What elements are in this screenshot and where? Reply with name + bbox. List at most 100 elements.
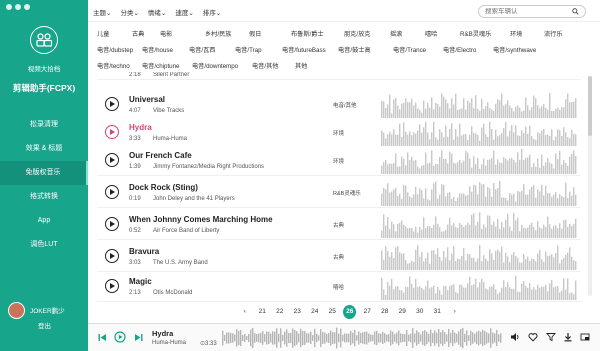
page-number[interactable]: 28 [376, 305, 394, 319]
track-row[interactable]: Universal 4:07 Vibe Tracks 电音/其他 [97, 90, 581, 120]
page-number[interactable]: 31 [429, 305, 447, 319]
genre-option[interactable]: 电音/futureBass [282, 45, 338, 54]
sidebar-item-cleanup[interactable]: 松录清理 [0, 113, 88, 137]
genre-option[interactable]: 布鲁斯/爵士 [291, 29, 344, 38]
player-waveform[interactable] [222, 327, 502, 349]
play-icon[interactable] [105, 249, 119, 263]
page-number[interactable]: 29 [394, 305, 412, 319]
genre-option[interactable]: 其他 [295, 61, 325, 70]
app-name: 剪辑助手(FCPX) [12, 83, 76, 93]
track-artist: Vibe Tracks [153, 108, 185, 114]
genre-option[interactable]: 电音/Electro [443, 45, 493, 54]
track-row[interactable]: When Johnny Comes Marching Home 0:52 Air… [97, 210, 581, 240]
sidebar-item-convert[interactable]: 格式转换 [0, 185, 88, 209]
play-icon[interactable] [105, 125, 119, 139]
genre-option[interactable]: 电音/Trap [235, 45, 282, 54]
track-row[interactable]: Hydra 3:33 Huma-Huma 环境 [97, 118, 581, 148]
track-artist: The U.S. Army Band [153, 260, 208, 266]
track-row[interactable]: Magic 2:13 Otis McDonald 嘻哈 [97, 272, 581, 302]
prev-page-button[interactable]: ‹ [236, 305, 254, 319]
genre-option[interactable]: 电音/synthwave [493, 45, 548, 54]
track-waveform[interactable] [381, 212, 577, 238]
genre-option[interactable]: 电音/dubstep [97, 45, 142, 54]
filter-speed[interactable]: 速度⌄ [175, 7, 193, 17]
favorite-icon[interactable] [528, 332, 538, 342]
page-number[interactable]: 21 [254, 305, 272, 319]
genre-option[interactable]: 电音/其他 [252, 61, 295, 70]
page-number[interactable]: 24 [306, 305, 324, 319]
close-window-button[interactable] [6, 4, 12, 10]
next-page-button[interactable]: › [446, 305, 464, 319]
sidebar-item-effects[interactable]: 效果 & 标题 [0, 137, 88, 161]
avatar[interactable] [8, 302, 25, 319]
genre-option[interactable]: 环境 [510, 29, 544, 38]
genre-option[interactable]: 流行乐 [544, 29, 574, 38]
play-pause-icon[interactable] [114, 331, 126, 343]
genre-option[interactable]: 电音/techno [97, 61, 142, 70]
genre-row: 儿童 古典 电影 乡村/民族 假日 布鲁斯/爵士 朋克/放克 摇滚 嘻哈 R&B灵魂乐 环境 流行乐 [97, 25, 597, 41]
previous-track-icon[interactable] [98, 333, 107, 342]
genre-option[interactable]: 电音/downtempo [192, 61, 252, 70]
genre-option[interactable]: 儿童 [97, 29, 132, 38]
track-duration: 2:13 [129, 290, 141, 296]
search-input[interactable] [485, 8, 565, 15]
filter-theme[interactable]: 主题⌄ [93, 7, 111, 17]
logout-link[interactable]: 登出 [38, 320, 51, 330]
play-icon[interactable] [105, 217, 119, 231]
play-icon[interactable] [105, 97, 119, 111]
download-icon[interactable] [563, 332, 573, 342]
genre-option[interactable]: 古典 [132, 29, 160, 38]
current-page[interactable]: 26 [343, 305, 357, 319]
genre-option[interactable]: 嘻哈 [425, 29, 460, 38]
play-icon[interactable] [105, 153, 119, 167]
track-waveform[interactable] [381, 244, 577, 270]
page-number[interactable]: 22 [271, 305, 289, 319]
genre-option[interactable]: 摇滚 [390, 29, 425, 38]
filter-sort[interactable]: 排序⌄ [203, 7, 221, 17]
genre-option[interactable]: 电音/瓦西 [189, 45, 235, 54]
track-waveform[interactable] [381, 148, 577, 174]
zoom-window-button[interactable] [24, 4, 30, 10]
genre-option[interactable]: 电音/chiptune [142, 61, 192, 70]
genre-option[interactable]: 电音/house [142, 45, 189, 54]
track-row[interactable]: Dock Rock (Sting) 0:19 John Deley and th… [97, 178, 581, 208]
next-track-icon[interactable] [134, 333, 143, 342]
track-waveform[interactable] [381, 180, 577, 206]
track-genre: 电音/其他 [333, 103, 357, 109]
minimize-window-button[interactable] [15, 4, 21, 10]
page-number[interactable]: 25 [324, 305, 342, 319]
track-genre: 环境 [333, 131, 345, 137]
track-row[interactable]: Bravura 3:03 The U.S. Army Band 古典 [97, 242, 581, 272]
mini-player-icon[interactable] [580, 332, 590, 342]
genre-option[interactable]: 朋克/放克 [344, 29, 390, 38]
track-waveform[interactable] [381, 92, 577, 118]
track-title: Hydra [129, 123, 152, 132]
volume-icon[interactable] [510, 332, 520, 342]
sidebar-item-music[interactable]: 免版权音乐 [0, 161, 88, 185]
genre-option[interactable]: 电影 [160, 29, 205, 38]
page-number[interactable]: 30 [411, 305, 429, 319]
page-number[interactable]: 27 [359, 305, 377, 319]
track-waveform[interactable] [381, 274, 577, 300]
track-row[interactable]: Our French Cafe 1:39 Jimmy Fontanez/Medi… [97, 146, 581, 176]
genre-option[interactable]: 电音/Trance [393, 45, 443, 54]
sidebar-item-app[interactable]: App [0, 209, 88, 233]
genre-option[interactable]: R&B灵魂乐 [460, 29, 510, 38]
track-waveform[interactable] [381, 120, 577, 146]
page-number[interactable]: 23 [289, 305, 307, 319]
genre-option[interactable]: 假日 [249, 29, 291, 38]
search-icon[interactable] [572, 8, 579, 15]
scrollbar-thumb[interactable] [588, 76, 592, 136]
track-genre: 环境 [333, 159, 345, 165]
sidebar-item-lut[interactable]: 调色LUT [0, 233, 88, 257]
filter-mood[interactable]: 情绪⌄ [148, 7, 166, 17]
genre-option[interactable]: 电音/鼓士高 [338, 45, 393, 54]
play-icon[interactable] [105, 279, 119, 293]
genre-option[interactable]: 乡村/民族 [205, 29, 249, 38]
track-duration: 4:07 [129, 108, 141, 114]
track-artist: Air Force Band of Liberty [153, 228, 220, 234]
filter-category[interactable]: 分类⌄ [120, 7, 138, 17]
track-row[interactable]: 2:18 Silent Partner [97, 72, 581, 80]
filter-icon[interactable] [546, 332, 556, 342]
play-icon[interactable] [105, 185, 119, 199]
